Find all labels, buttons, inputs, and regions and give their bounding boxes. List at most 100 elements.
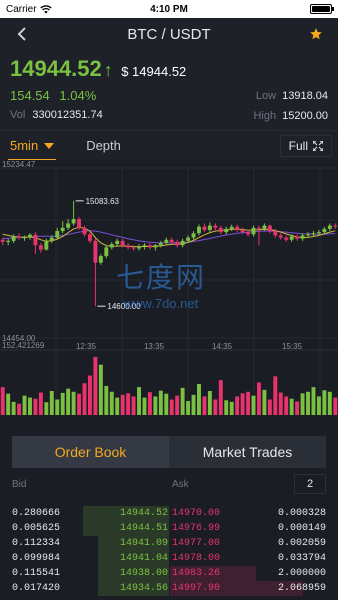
- ma-line-yellow: [2, 226, 336, 248]
- volume-bar: [93, 356, 98, 415]
- bid-price: 14934.56: [119, 583, 168, 594]
- volume-bar: [115, 397, 120, 415]
- volume-bar: [147, 392, 152, 415]
- orderbook-row[interactable]: 0.280666 14944.52 14970.00 0.000328: [12, 506, 326, 521]
- candle-body: [224, 228, 229, 233]
- candle-body: [49, 237, 54, 241]
- volume-bar: [87, 375, 92, 415]
- volume-bar: [229, 401, 234, 415]
- candle-body: [316, 232, 321, 234]
- volume-bar: [6, 393, 11, 415]
- volume-bar: [300, 393, 305, 415]
- bid-quantity: 0.099984: [12, 553, 61, 564]
- candle-body: [213, 225, 218, 228]
- candle-body: [278, 235, 283, 238]
- tab-interval[interactable]: 5min: [7, 131, 57, 161]
- max-annotation-label: 15083.63: [86, 197, 120, 206]
- candle-body: [71, 219, 76, 224]
- orderbook-rows: 0.280666 14944.52 14970.00 0.000328 0.005625…: [12, 506, 326, 596]
- volume-bar: [246, 391, 251, 415]
- candle-body: [327, 225, 332, 229]
- volume-bar: [278, 392, 283, 415]
- candle-body: [333, 225, 338, 227]
- volume-bar: [322, 390, 327, 415]
- candle-body: [131, 247, 136, 249]
- volume-bar: [284, 396, 289, 415]
- ticker-panel: 14944.52 ↑ $ 14944.52 154.54 1.04% Vol 33…: [0, 50, 338, 130]
- back-chevron-icon[interactable]: [12, 24, 32, 44]
- volume-bar: [153, 396, 158, 415]
- tab-market-trades[interactable]: Market Trades: [169, 436, 326, 468]
- pair-title: BTC / USDT: [127, 25, 211, 43]
- bid-price: 14944.52: [119, 508, 168, 519]
- candle-body: [22, 236, 27, 239]
- candle-body: [44, 240, 49, 250]
- high-value: 15200.00: [282, 110, 328, 122]
- fullscreen-button[interactable]: Full: [279, 135, 332, 157]
- chart-tabs: 5min Depth Full: [0, 130, 338, 161]
- bid-price: 14944.51: [119, 523, 168, 534]
- volume-bar: [180, 387, 185, 415]
- ask-quantity: 0.000328: [277, 508, 326, 519]
- bid-price: 14941.04: [119, 553, 168, 564]
- price-change-pct: 1.04%: [59, 88, 97, 103]
- kline-chart[interactable]: 15234.47 14454.00 12:35 13:35 14:35 15:35 152.…: [0, 160, 338, 420]
- candle-body: [202, 226, 207, 230]
- candle-body: [142, 245, 147, 247]
- volume-bar: [82, 383, 87, 415]
- full-label: Full: [288, 139, 308, 153]
- x-tick-label: 15:35: [282, 342, 303, 351]
- price-line: 14944.52 ↑ $ 14944.52: [10, 56, 328, 82]
- orderbook-row[interactable]: 0.115541 14938.00 14983.26 2.000000: [12, 566, 326, 581]
- x-tick-label: 13:35: [144, 342, 165, 351]
- candle-body: [120, 240, 125, 246]
- bid-quantity: 0.115541: [12, 568, 61, 579]
- candle-body: [191, 233, 196, 238]
- tab-order-book[interactable]: Order Book: [12, 436, 169, 468]
- orderbook-row[interactable]: 0.017420 14934.56 14997.90 2.068959: [12, 581, 326, 596]
- volume-bar: [17, 403, 22, 415]
- volume-bar: [186, 401, 191, 415]
- y-max-label: 15234.47: [2, 160, 36, 169]
- bid-price: 14938.00: [119, 568, 168, 579]
- volume-bar: [207, 391, 212, 415]
- candle-body: [0, 239, 5, 242]
- high-label: High: [253, 110, 277, 122]
- orderbook-toggle: Order Book Market Trades: [12, 436, 326, 468]
- candle-body: [289, 236, 294, 240]
- favorite-star-icon[interactable]: [306, 24, 326, 44]
- candle-body: [164, 239, 169, 244]
- wifi-icon: [39, 4, 52, 13]
- ask-price: 14977.00: [172, 538, 221, 549]
- candle-body: [104, 247, 109, 257]
- orderbook-row[interactable]: 0.112334 14941.09 14977.00 0.002059: [12, 536, 326, 551]
- candle-body: [33, 234, 38, 246]
- orderbook-row[interactable]: 0.005625 14944.51 14976.99 0.000149: [12, 521, 326, 536]
- candle-body: [38, 245, 43, 250]
- high-low-panel: Low 13918.04 High 15200.00: [253, 90, 328, 130]
- low-value: 13918.04: [282, 90, 328, 102]
- volume-bar: [77, 393, 82, 415]
- volume-bar: [11, 401, 16, 415]
- candle-body: [11, 236, 16, 241]
- volume-bar: [131, 396, 136, 415]
- candle-body: [158, 243, 163, 246]
- candle-body: [82, 227, 87, 235]
- ask-price: 14983.26: [172, 568, 221, 579]
- tab-depth[interactable]: Depth: [86, 131, 121, 161]
- candle-body: [262, 225, 267, 229]
- volume-bar: [60, 392, 65, 415]
- volume-bar: [311, 387, 316, 415]
- candle-body: [137, 246, 141, 249]
- orderbook-row[interactable]: 0.099984 14941.04 14978.00 0.033794: [12, 551, 326, 566]
- ask-price: 14976.99: [172, 523, 221, 534]
- depth-selector[interactable]: 2: [294, 474, 326, 494]
- candle-body: [273, 231, 278, 236]
- volume-bar: [44, 402, 49, 415]
- volume-bar: [33, 398, 38, 415]
- price-change: 154.54: [10, 88, 50, 103]
- candle-body: [284, 237, 289, 240]
- candle-body: [256, 227, 261, 229]
- candle-body: [267, 225, 272, 232]
- expand-icon: [313, 141, 323, 151]
